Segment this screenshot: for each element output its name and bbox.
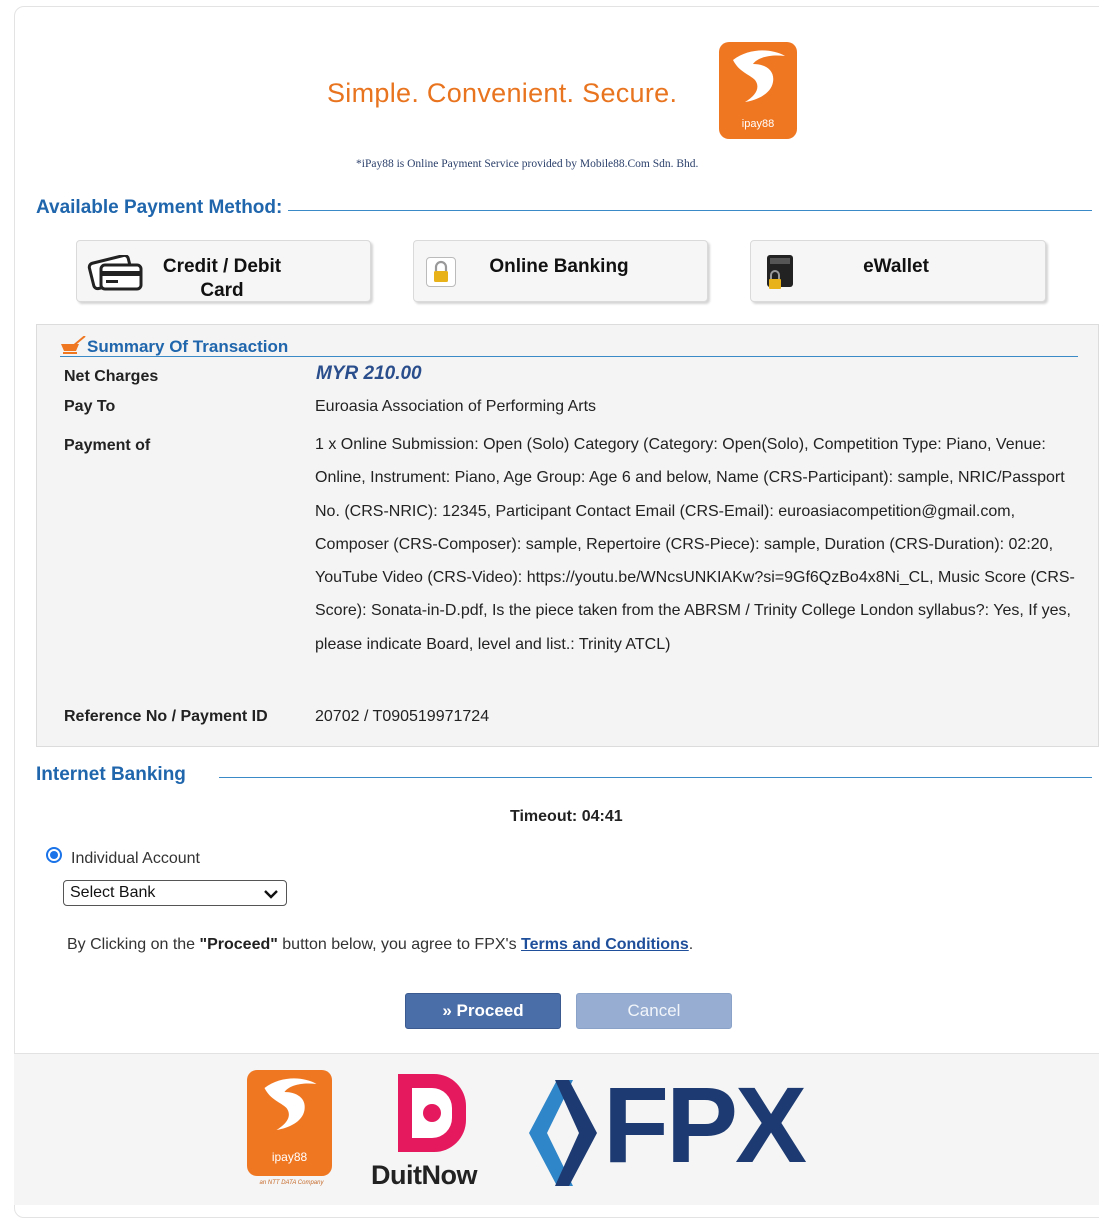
duitnow-label: DuitNow: [371, 1160, 477, 1190]
method-ewallet-label: eWallet: [863, 256, 929, 277]
pay-to-value: Euroasia Association of Performing Arts: [315, 398, 597, 415]
summary-title: Summary Of Transaction: [87, 337, 289, 356]
select-bank-value: Select Bank: [70, 884, 156, 901]
method-credit-card-button[interactable]: Credit / Debit Card: [76, 240, 371, 302]
method-online-banking-button[interactable]: Online Banking: [413, 240, 708, 302]
method-credit-card-label: Credit / Debit Card: [162, 256, 282, 301]
tagline: Simple. Convenient. Secure.: [327, 78, 678, 108]
reference-value: 20702 / T090519971724: [315, 708, 490, 725]
individual-account-radio[interactable]: [46, 847, 62, 863]
terms-agreement-text: By Clicking on the "Proceed" button belo…: [67, 936, 693, 954]
divider: [60, 356, 1078, 357]
ipay88-footer-subtitle: an NTT DATA Company: [259, 1180, 324, 1186]
individual-account-label: Individual Account: [71, 850, 200, 867]
section-title-payment-method: Available Payment Method:: [36, 197, 289, 219]
agree-text-proceed: "Proceed": [199, 936, 278, 953]
reference-label: Reference No / Payment ID: [64, 708, 268, 725]
credit-card-icon: [87, 255, 143, 291]
fpx-chevrons-icon: [529, 1080, 597, 1186]
ipay88-swoosh-icon: [733, 50, 785, 102]
cancel-button[interactable]: Cancel: [576, 993, 732, 1029]
agree-text-middle: button below, you agree to FPX's: [277, 936, 522, 953]
wallet-icon: [767, 255, 793, 289]
duitnow-icon: [398, 1074, 466, 1152]
net-charges-value: MYR 210.00: [316, 363, 422, 384]
ipay88-logo-text: ipay88: [741, 118, 775, 130]
payment-of-label: Payment of: [64, 437, 151, 454]
payment-of-value: 1 x Online Submission: Open (Solo) Categ…: [315, 436, 1075, 653]
divider: [219, 777, 1092, 778]
agree-text-start: By Clicking on the: [67, 936, 200, 953]
ipay88-swoosh-icon: [264, 1078, 317, 1130]
ipay88-footer-text: ipay88: [271, 1150, 308, 1164]
fpx-label: FPX: [603, 1064, 807, 1185]
cart-icon: [61, 336, 86, 354]
select-bank-dropdown[interactable]: Select Bank: [63, 880, 287, 906]
method-ewallet-button[interactable]: eWallet: [750, 240, 1046, 302]
method-online-banking-label: Online Banking: [489, 256, 629, 277]
section-title-internet-banking: Internet Banking: [36, 764, 192, 786]
proceed-button[interactable]: » Proceed: [405, 993, 561, 1029]
terms-and-conditions-link[interactable]: Terms and Conditions: [521, 936, 689, 953]
net-charges-label: Net Charges: [64, 368, 159, 385]
disclaimer: *iPay88 is Online Payment Service provid…: [356, 158, 699, 170]
pay-to-label: Pay To: [64, 398, 116, 415]
lock-icon: [426, 257, 456, 287]
agree-text-end: .: [688, 936, 694, 953]
ipay88-logo: ipay88: [719, 42, 797, 139]
chevron-down-icon: [264, 890, 278, 899]
timeout-text: Timeout: 04:41: [510, 808, 623, 825]
ipay88-footer-logo: ipay88: [247, 1070, 332, 1176]
